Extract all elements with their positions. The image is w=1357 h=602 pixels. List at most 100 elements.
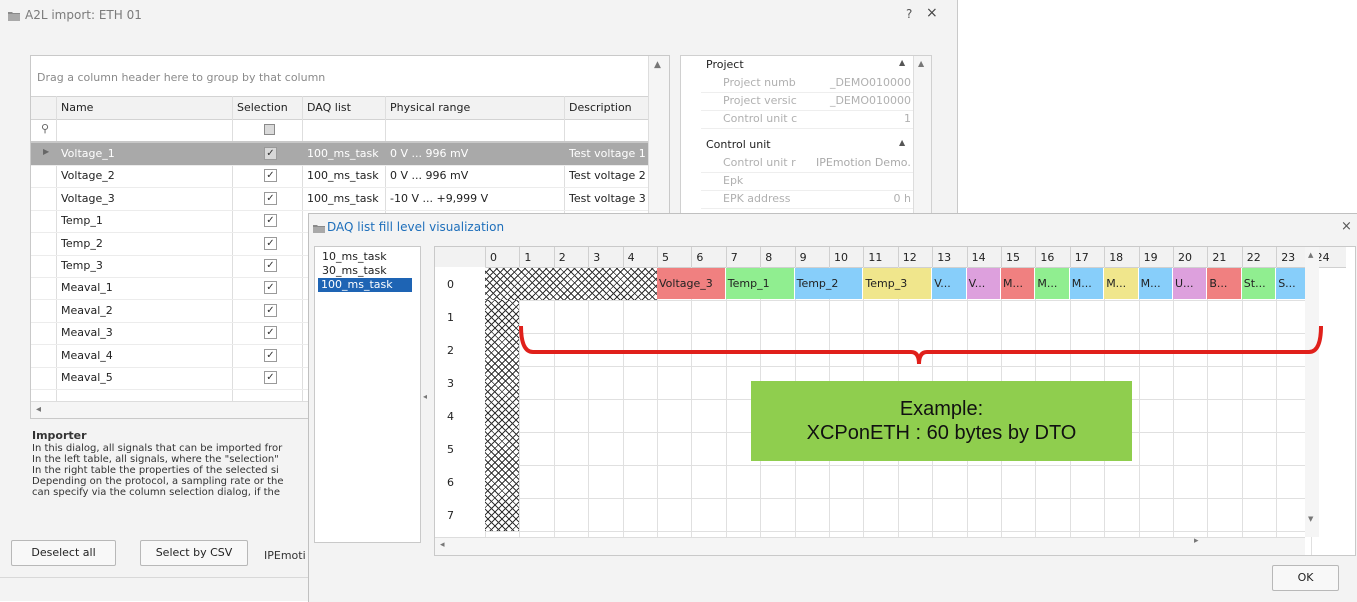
byte-column-label: 21 [1212,251,1227,264]
column-header-selection[interactable]: Selection [237,101,288,114]
selection-checkbox[interactable]: ✓ [264,191,277,205]
byte-column-header: 13 [932,247,968,268]
grid-line [725,267,727,555]
selection-checkbox[interactable]: ✓ [264,169,277,183]
signal-block[interactable]: Temp_2 [794,268,864,299]
group-by-hint[interactable]: Drag a column header here to group by th… [37,71,325,84]
signal-block[interactable]: M... [1001,268,1036,299]
category-control-unit[interactable]: Control unit ▲ [681,136,913,154]
odt-row-label: 6 [447,476,454,489]
help-icon[interactable]: ? [906,7,912,21]
signal-block[interactable]: M... [1138,268,1173,299]
property-row[interactable]: Control unit c 1 [701,110,913,129]
column-header-description[interactable]: Description [569,101,632,114]
table-header: Name Selection DAQ list Physical range D… [31,96,648,120]
byte-column-label: 13 [937,251,952,264]
select-by-csv-button[interactable]: Select by CSV [140,540,248,566]
selection-checkbox[interactable]: ✓ [264,214,277,228]
signal-block[interactable]: M... [1069,268,1105,299]
grid-line [485,465,1305,466]
cell-name: Voltage_2 [61,169,115,183]
deselect-all-button[interactable]: Deselect all [11,540,116,566]
signal-block[interactable]: B... [1207,268,1242,299]
selection-checkbox[interactable]: ✓ [264,326,277,340]
odt-row-label: 2 [447,344,454,357]
scroll-left-icon[interactable]: ◂ [440,540,445,550]
table-row[interactable]: ▶ Voltage_1 ✓ 100_ms_task 0 V ... 996 mV Test… [31,143,648,166]
table-row[interactable]: Voltage_3 ✓ 100_ms_task -10 V ... +9,999 V T… [31,188,648,211]
cell-name: Voltage_1 [61,147,115,160]
filter-icon[interactable]: ⚲ [41,122,49,135]
byte-column-label: 22 [1246,251,1261,264]
grid-line [588,267,590,555]
collapse-icon[interactable]: ▲ [899,138,905,147]
column-header-name[interactable]: Name [61,101,93,114]
signal-block[interactable]: V... [966,268,1001,299]
grid-line [657,267,658,555]
list-item[interactable]: 10_ms_task [319,250,390,264]
selection-checkbox[interactable]: ✓ [264,348,277,362]
odt-row-label: 4 [447,410,454,423]
list-item-selected[interactable]: 100_ms_task [318,278,412,292]
filter-checkbox[interactable] [264,124,275,135]
example-callout: Example: XCPonETH : 60 bytes by DTO [751,381,1132,461]
odt-row-label: 1 [447,311,454,324]
property-row[interactable]: Epk [701,172,913,191]
cell-name: Meaval_4 [61,348,113,362]
close-icon[interactable]: × [1341,219,1352,234]
table-row[interactable]: Voltage_2 ✓ 100_ms_task 0 V ... 996 mV Test … [31,165,648,189]
property-row[interactable]: Project numb _DEMO010000 [701,74,913,93]
scroll-up-icon[interactable]: ▲ [918,59,924,68]
signal-block[interactable]: Voltage_3 [657,268,726,299]
grid-line [485,531,1305,532]
vertical-scrollbar[interactable]: ▲ ▼ [1305,247,1319,537]
row-pointer-icon: ▶ [43,147,50,156]
signal-block[interactable]: M... [1104,268,1139,299]
column-header-physical-range[interactable]: Physical range [390,101,470,114]
filter-row[interactable]: ⚲ [31,119,648,143]
selection-checkbox[interactable]: ✓ [264,281,277,295]
signal-block[interactable]: Temp_1 [725,268,795,299]
column-header-daq-list[interactable]: DAQ list [307,101,351,114]
signal-block[interactable]: U... [1173,268,1208,299]
collapse-icon[interactable]: ▲ [899,58,905,67]
signal-block[interactable]: St... [1241,268,1277,299]
scroll-down-icon[interactable]: ▼ [1308,515,1313,523]
splitter-arrow-icon[interactable]: ◂ [423,392,427,401]
byte-column-label: 6 [696,251,704,264]
scroll-up-icon[interactable]: ▲ [654,60,661,70]
selection-checkbox[interactable]: ✓ [264,371,277,384]
property-row[interactable]: Control unit r IPEmotion Demo... [701,154,913,173]
scroll-up-icon[interactable]: ▲ [1308,251,1313,259]
selection-checkbox[interactable]: ✓ [264,236,277,250]
property-row[interactable]: EPK address 0 h [701,190,913,209]
ok-button[interactable]: OK [1272,565,1339,591]
byte-column-header: 10 [829,247,865,268]
property-row[interactable]: Project versic _DEMO010000 [701,92,913,111]
signal-block[interactable]: V... [932,268,967,299]
property-key: Epk [723,174,744,187]
odt-row-header: 7 [435,498,485,532]
signal-block[interactable]: M... [1035,268,1070,299]
selection-checkbox[interactable]: ✓ [264,303,277,317]
dialog-title: DAQ list fill level visualization [327,220,505,234]
byte-column-label: 18 [1109,251,1124,264]
close-icon[interactable]: × [926,5,938,21]
byte-column-header: 8 [760,247,796,268]
category-project[interactable]: Project ▲ [681,56,913,74]
selection-checkbox[interactable]: ✓ [264,147,277,160]
grid-line [519,267,521,555]
selection-checkbox[interactable]: ✓ [264,259,277,272]
signal-block[interactable]: Temp_3 [863,268,933,299]
byte-column-label: 17 [1074,251,1089,264]
list-item[interactable]: 30_ms_task [319,264,390,278]
odt-row-header: 3 [435,366,485,400]
cell-name: Temp_3 [61,259,103,272]
scroll-left-icon[interactable]: ◂ [36,404,41,415]
horizontal-scrollbar[interactable]: ◂ [435,537,1305,555]
cell-daq-list: 100_ms_task [307,191,379,205]
grid-line [553,267,555,555]
help-line: Depending on the protocol, a sampling ra… [32,476,284,487]
scroll-right-icon[interactable]: ▸ [1194,536,1199,546]
byte-column-label: 1 [524,251,532,264]
